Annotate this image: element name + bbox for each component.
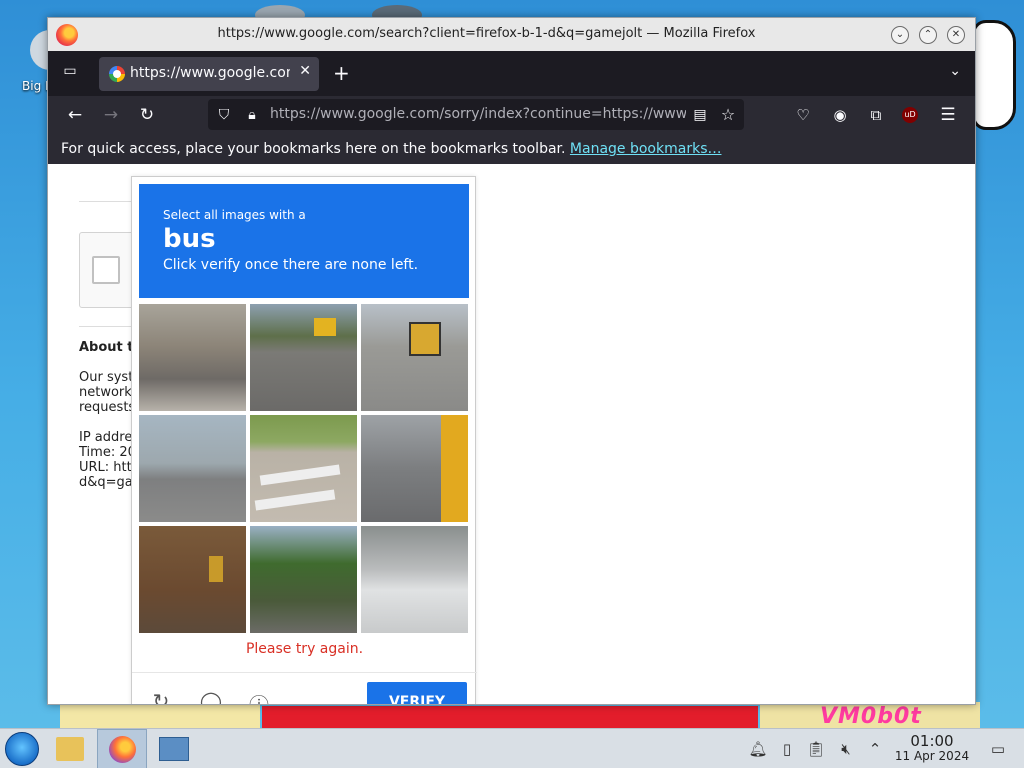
start-menu-button[interactable]: [5, 732, 39, 766]
instruction-sub: Click verify once there are none left.: [163, 257, 419, 273]
volume-muted-icon[interactable]: 🔇︎: [836, 739, 856, 759]
page-text-line: network.: [79, 385, 136, 400]
wallpaper-decoration: [60, 702, 260, 728]
crosswalk-tile[interactable]: [250, 415, 357, 522]
bookmark-star-icon[interactable]: ☆: [718, 105, 738, 125]
wallpaper-decoration: [262, 706, 758, 728]
audio-challenge-icon[interactable]: ◯: [198, 689, 224, 704]
page-text-line: requests: [79, 400, 136, 415]
pocket-icon[interactable]: ♡: [793, 105, 813, 125]
clock-time[interactable]: 01:00: [893, 732, 971, 750]
taskbar: 🔔︎ ▯ 📋︎ 🔇︎ ⌃ 01:00 11 Apr 2024 ▭: [0, 728, 1024, 768]
new-tab-button[interactable]: +: [333, 61, 350, 85]
reader-view-icon[interactable]: ▤: [690, 105, 710, 125]
white-car-tile[interactable]: [361, 526, 468, 633]
url-bar[interactable]: ⛉ 🔒︎ https://www.google.com/sorry/index?…: [208, 99, 744, 130]
title-bar[interactable]: https://www.google.com/search?client=fir…: [48, 18, 975, 51]
wallpaper-decoration: [972, 20, 1016, 130]
clock-date[interactable]: 11 Apr 2024: [893, 749, 971, 763]
road-bus-tile[interactable]: [250, 304, 357, 411]
extensions-icon[interactable]: ⧉: [866, 105, 886, 125]
tab-bar: ▭ https://www.google.com/sorry/index?con…: [48, 51, 975, 96]
page-content: About th Our syste network. requests IP …: [48, 164, 975, 704]
error-message: Please try again.: [245, 641, 364, 657]
bookmarks-toolbar: For quick access, place your bookmarks h…: [48, 134, 975, 164]
firefox-view-icon[interactable]: ▭: [60, 63, 80, 83]
trees-house-tile[interactable]: [250, 526, 357, 633]
parked-cars-bus-tile[interactable]: [361, 415, 468, 522]
verify-button[interactable]: VERIFY: [367, 682, 467, 704]
tab-google[interactable]: https://www.google.com/sorry/index?conti…: [99, 57, 319, 91]
intersection-tile[interactable]: [139, 415, 246, 522]
firefox-taskbar-item[interactable]: [97, 729, 147, 768]
navigation-toolbar: ← → ↻ ⛉ 🔒︎ https://www.google.com/sorry/…: [48, 96, 975, 134]
recaptcha-checkbox[interactable]: [92, 256, 120, 284]
tab-title: https://www.google.com/sorry/index?conti…: [130, 65, 290, 81]
manage-bookmarks-link[interactable]: Manage bookmarks…: [570, 141, 722, 157]
page-text-line: Time: 20: [79, 445, 136, 460]
firefox-logo-icon: [56, 24, 78, 46]
menu-icon[interactable]: ☰: [938, 105, 958, 125]
minimize-button[interactable]: ⌄: [891, 26, 909, 44]
instruction-target: bus: [163, 224, 216, 254]
traffic-light-brick-tile[interactable]: [139, 526, 246, 633]
image-grid: [139, 304, 469, 634]
reload-challenge-icon[interactable]: ↻: [148, 689, 174, 704]
forward-button[interactable]: →: [101, 105, 121, 125]
lock-icon[interactable]: 🔒︎: [242, 105, 262, 125]
close-tab-icon[interactable]: ✕: [299, 63, 311, 79]
recaptcha-challenge: Select all images with a bus Click verif…: [131, 176, 477, 704]
instruction-small: Select all images with a: [163, 208, 306, 222]
firefox-window: https://www.google.com/search?client=fir…: [47, 17, 976, 705]
street-building-tile[interactable]: [139, 304, 246, 411]
shield-icon[interactable]: ⛉: [214, 105, 234, 125]
bookmarks-hint: For quick access, place your bookmarks h…: [61, 141, 721, 157]
system-settings-launcher[interactable]: [150, 729, 198, 768]
vault-icon[interactable]: ▯: [777, 739, 797, 759]
clipboard-icon[interactable]: 📋︎: [806, 739, 826, 759]
url-text[interactable]: https://www.google.com/sorry/index?conti…: [270, 106, 686, 122]
window-title: https://www.google.com/search?client=fir…: [217, 26, 756, 41]
show-hidden-icons-chevron[interactable]: ⌃: [865, 739, 885, 759]
bus-lane-tile[interactable]: [361, 304, 468, 411]
notifications-icon[interactable]: 🔔︎: [748, 739, 768, 759]
challenge-footer: ↻ ◯ ⓘ VERIFY: [132, 672, 477, 704]
back-button[interactable]: ←: [65, 105, 85, 125]
google-favicon-icon: [109, 66, 125, 82]
close-window-button[interactable]: ✕: [947, 26, 965, 44]
challenge-header: Select all images with a bus Click verif…: [139, 184, 469, 298]
list-all-tabs-button[interactable]: ⌄: [949, 63, 961, 79]
ublock-origin-icon[interactable]: uD: [902, 107, 918, 123]
show-desktop-icon[interactable]: ▭: [988, 739, 1008, 759]
reload-button[interactable]: ↻: [137, 105, 157, 125]
maximize-button[interactable]: ⌃: [919, 26, 937, 44]
wallpaper-watermark: VM0b0t: [820, 704, 922, 728]
help-info-icon[interactable]: ⓘ: [246, 689, 272, 704]
account-icon[interactable]: ◉: [830, 105, 850, 125]
file-manager-launcher[interactable]: [46, 729, 94, 768]
bookmarks-hint-text: For quick access, place your bookmarks h…: [61, 141, 566, 157]
